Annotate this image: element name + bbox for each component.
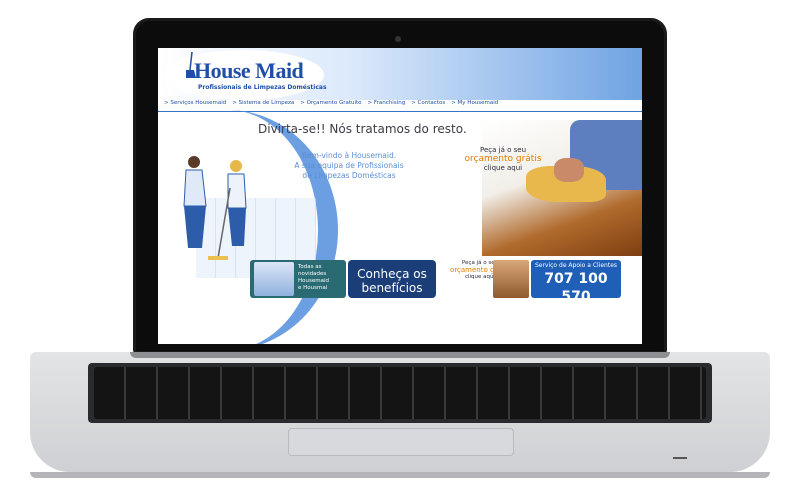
brand-logo[interactable]: House Maid xyxy=(194,58,304,84)
newsletter-text: Todas as novidades Housemaid e Housmai xyxy=(298,264,344,292)
newsletter-thumbnail xyxy=(254,262,294,296)
promo-line-4: e Housmai xyxy=(298,285,328,291)
promo-line-3: Housemaid xyxy=(298,278,329,284)
nav-item-franchising[interactable]: > Franchising xyxy=(368,100,406,110)
promo-line-1: Todas as xyxy=(298,264,322,270)
nav-item-orcamento[interactable]: > Orçamento Gratuito xyxy=(300,100,361,110)
welcome-line-1: Bem-vindo à Housemaid. xyxy=(301,151,397,160)
cleaning-women-illustration xyxy=(183,156,247,260)
site-header: House Maid Profissionais de Limpezas Dom… xyxy=(158,48,642,100)
small-cleaning-photo xyxy=(493,260,529,298)
customer-support-box[interactable]: Serviço de Apoio a Clientes 707 100 570 xyxy=(531,260,621,305)
nav-item-servicos[interactable]: > Serviços Housemaid xyxy=(164,100,226,110)
trackpad xyxy=(288,428,514,456)
welcome-line-2: A sua equipa de Profissionais xyxy=(294,161,404,170)
free-quote-link[interactable]: Peça já o seu orçamento grátis clique aq… xyxy=(458,146,548,173)
laptop-hinge xyxy=(130,352,670,358)
welcome-text: Bem-vindo à Housemaid. A sua equipa de P… xyxy=(284,151,414,181)
page-headline: Divirta-se!! Nós tratamos do resto. xyxy=(258,122,467,136)
support-label: Serviço de Apoio a Clientes xyxy=(534,262,618,269)
laptop-foot xyxy=(30,472,770,478)
webcam-icon xyxy=(395,36,401,42)
quote-accent: orçamento grátis xyxy=(464,154,542,164)
benefits-button[interactable]: Conheça os benefícios xyxy=(348,260,436,298)
nav-item-my-housemaid[interactable]: > My Housemaid xyxy=(451,100,498,110)
nav-item-contactos[interactable]: > Contactos xyxy=(411,100,445,110)
welcome-line-3: de Limpezas Domésticas xyxy=(302,171,396,180)
promo-line-2: novidades xyxy=(298,271,327,277)
support-phone: 707 100 570 xyxy=(544,271,608,305)
photo-hand xyxy=(554,158,584,182)
keyboard-keys xyxy=(94,367,706,419)
nav-item-sistema[interactable]: > Sistema de Limpeza xyxy=(232,100,294,110)
main-nav: > Serviços Housemaid > Sistema de Limpez… xyxy=(164,100,498,110)
power-led xyxy=(673,457,687,459)
brand-tagline: Profissionais de Limpezas Domésticas xyxy=(198,84,327,91)
quote-line-2: clique aqui xyxy=(483,164,523,172)
website-screen: House Maid Profissionais de Limpezas Dom… xyxy=(158,48,642,344)
